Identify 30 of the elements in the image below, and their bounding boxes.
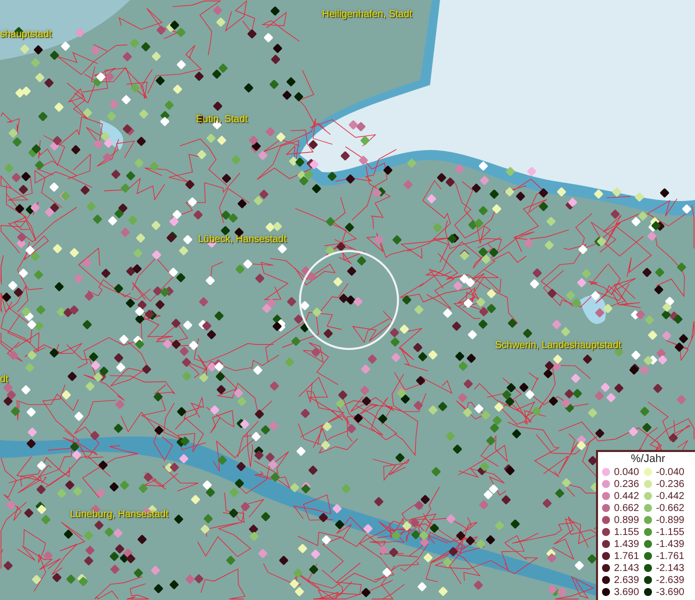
legend-label: -0.442 xyxy=(656,490,684,502)
legend-label: 2.143 xyxy=(614,562,640,574)
legend-label: 1.439 xyxy=(614,538,640,550)
legend-label: 3.690 xyxy=(614,586,640,598)
legend-label: 0.236 xyxy=(614,478,640,490)
legend-label: -2.143 xyxy=(656,562,684,574)
place-label: Lübeck, Hansestadt xyxy=(198,234,286,245)
place-label: shauptstadt xyxy=(0,29,52,40)
place-label: dt xyxy=(0,374,8,385)
legend-label: -2.639 xyxy=(656,574,684,586)
place-label: Lüneburg, Hansestadt xyxy=(70,509,168,520)
legend-label: -1.439 xyxy=(656,538,684,550)
legend-label: 1.155 xyxy=(614,526,640,538)
legend-label: 2.639 xyxy=(614,574,640,586)
selection-circle[interactable] xyxy=(299,250,399,350)
place-label: Heiligenhafen, Stadt xyxy=(322,9,412,20)
legend-label: 0.442 xyxy=(614,490,640,502)
legend-label: -1.155 xyxy=(656,526,684,538)
legend-label: -3.690 xyxy=(656,586,684,598)
legend-label: -0.040 xyxy=(656,466,684,478)
legend-title: %/Jahr xyxy=(630,453,666,466)
legend-label: 0.662 xyxy=(614,502,640,514)
legend-label: -0.662 xyxy=(656,502,684,514)
legend-label: -0.899 xyxy=(656,514,684,526)
legend-label: 0.899 xyxy=(614,514,640,526)
place-label: Schwerin, Landeshauptstadt xyxy=(495,340,622,351)
legend-label: -1.761 xyxy=(656,550,684,562)
legend-label: -0.236 xyxy=(656,478,684,490)
legend-label: 1.761 xyxy=(614,550,640,562)
legend-label: 0.040 xyxy=(614,466,640,478)
